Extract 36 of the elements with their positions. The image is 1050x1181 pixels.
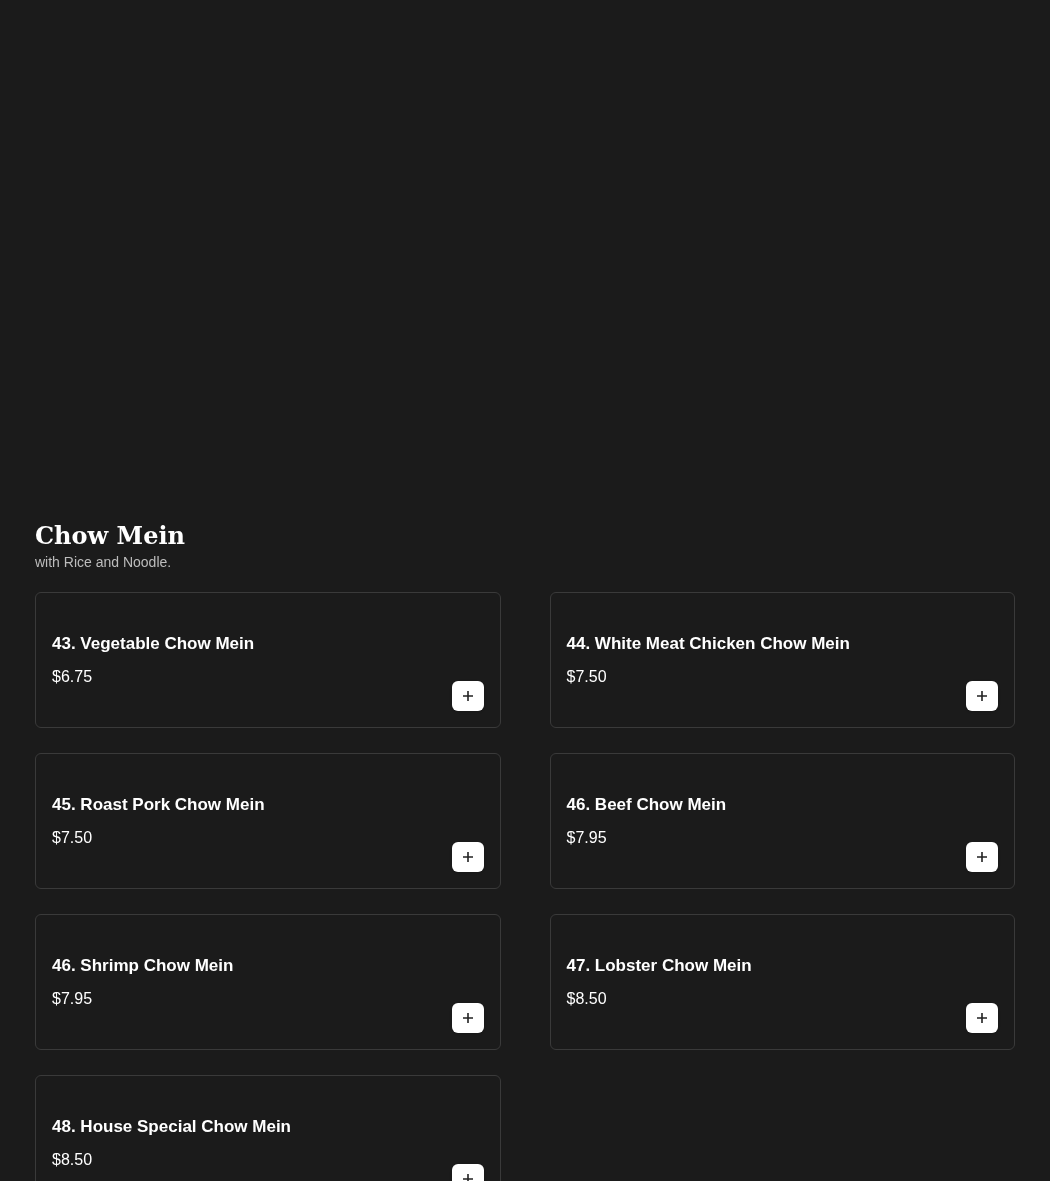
item-name: 46. Shrimp Chow Mein xyxy=(52,955,234,977)
item-name: 47. Lobster Chow Mein xyxy=(566,955,752,977)
plus-icon xyxy=(977,1013,987,1023)
item-name: 48. House Special Chow Mein xyxy=(52,1116,291,1138)
plus-icon xyxy=(462,852,473,862)
item-price: $7.50 xyxy=(566,667,607,687)
item-price: $7.95 xyxy=(52,989,93,1009)
plus-icon xyxy=(462,1013,473,1023)
item-price: $8.50 xyxy=(52,1150,93,1170)
add-button[interactable] xyxy=(451,1003,484,1033)
item-name: 44. White Meat Chicken Chow Mein xyxy=(566,633,850,655)
add-button[interactable] xyxy=(451,681,484,711)
item-name: 45. Roast Pork Chow Mein xyxy=(52,794,265,816)
plus-icon xyxy=(462,1174,473,1181)
item-name: 46. Beef Chow Mein xyxy=(566,794,727,816)
item-price: $6.75 xyxy=(52,667,93,687)
add-button[interactable] xyxy=(966,1003,998,1033)
item-price: $7.95 xyxy=(566,828,607,848)
item-price: $7.50 xyxy=(52,828,93,848)
item-price: $8.50 xyxy=(566,989,607,1009)
menu-item-card[interactable]: 46. Shrimp Chow Mein $7.95 xyxy=(35,914,501,1050)
add-button[interactable] xyxy=(451,842,484,872)
plus-icon xyxy=(462,691,473,701)
menu-item-card[interactable]: 45. Roast Pork Chow Mein $7.50 xyxy=(35,753,501,889)
menu-item-card[interactable]: 43. Vegetable Chow Mein $6.75 xyxy=(35,592,501,728)
menu-item-card[interactable]: 47. Lobster Chow Mein $8.50 xyxy=(549,914,1015,1050)
add-button[interactable] xyxy=(966,842,998,872)
menu-item-card[interactable]: 44. White Meat Chicken Chow Mein $7.50 xyxy=(549,592,1015,728)
section-subtitle: with Rice and Noodle. xyxy=(35,553,172,572)
plus-icon xyxy=(977,691,987,701)
add-button[interactable] xyxy=(966,681,998,711)
menu-item-card[interactable]: 48. House Special Chow Mein $8.50 xyxy=(35,1075,501,1181)
section-title: Chow Mein xyxy=(35,520,185,552)
menu-item-card[interactable]: 46. Beef Chow Mein $7.95 xyxy=(549,753,1015,889)
item-name: 43. Vegetable Chow Mein xyxy=(52,633,255,655)
plus-icon xyxy=(977,852,987,862)
